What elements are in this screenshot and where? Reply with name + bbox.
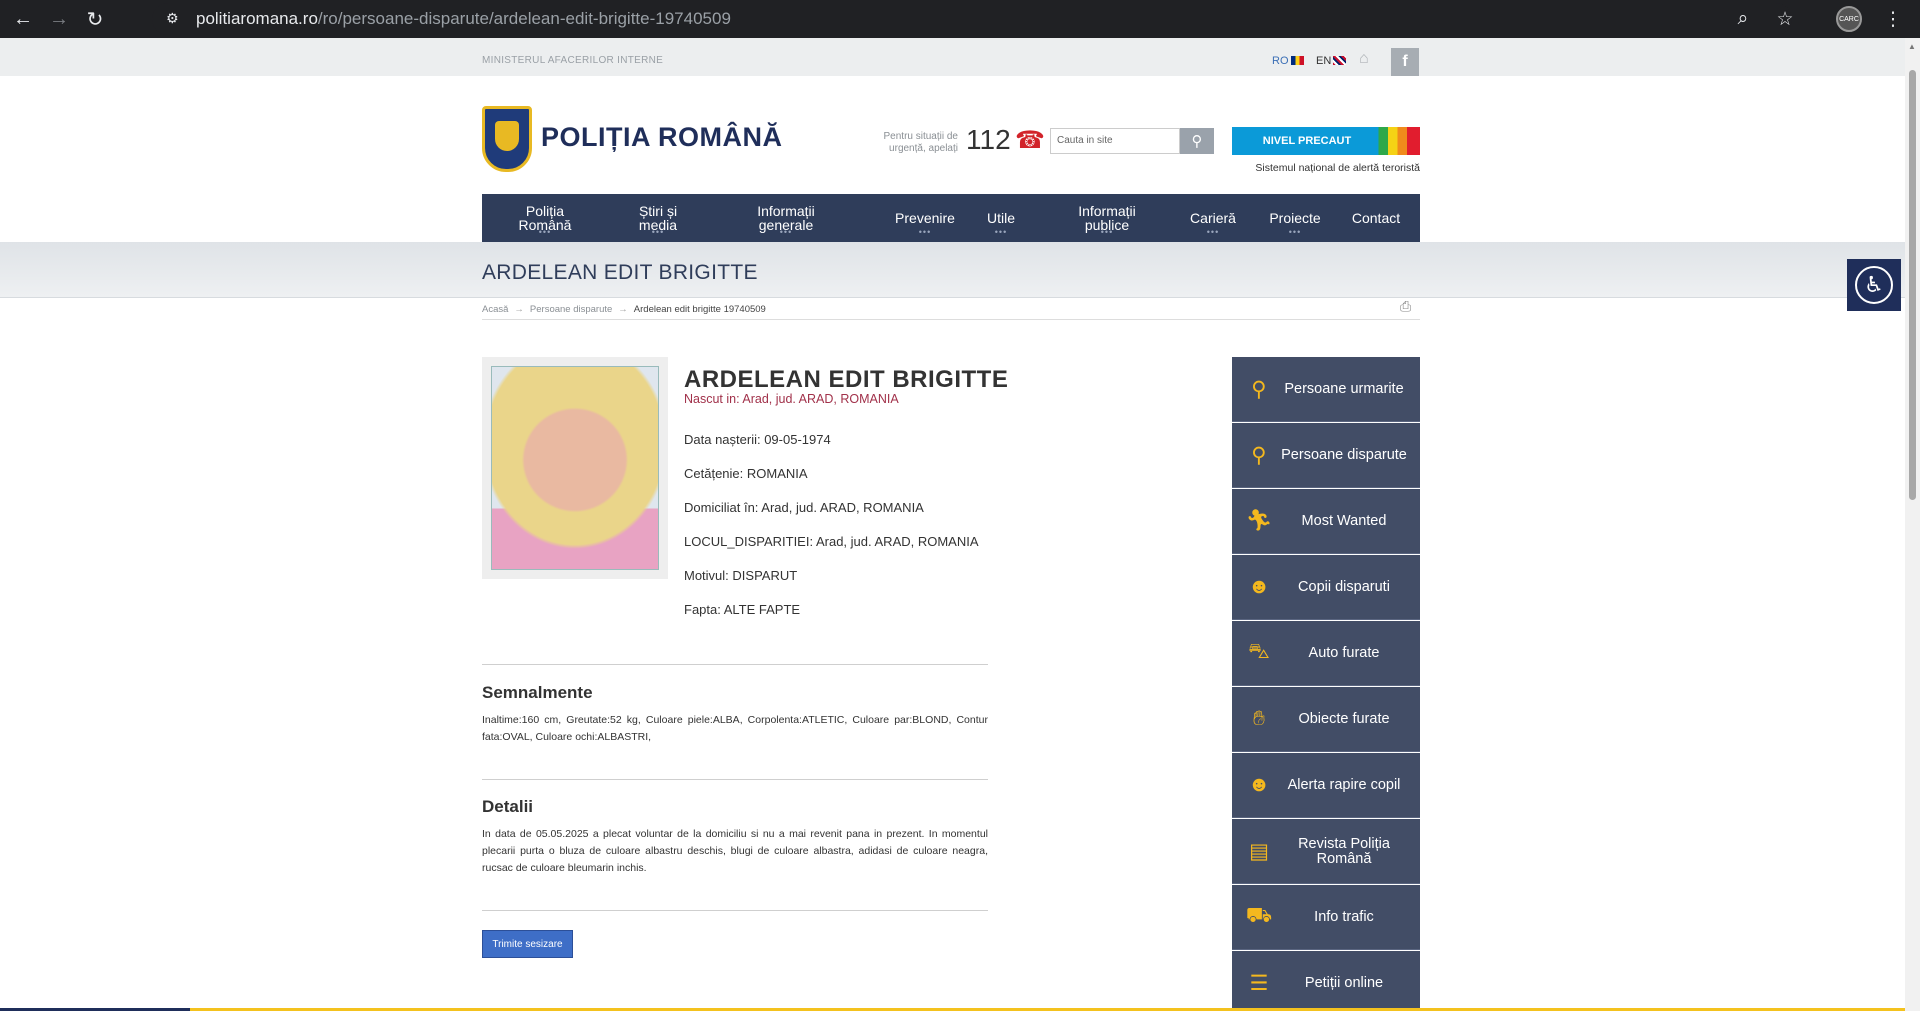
sidebar-item-revista[interactable]: ▤ Revista Poliția Română [1232, 819, 1420, 884]
hand-icon: ✋︎ [1253, 707, 1265, 730]
person-photo-frame [482, 357, 668, 579]
address-bar[interactable]: ⚙ politiaromana.ro/ro/persoane-disparute… [152, 3, 1792, 35]
page-title: ARDELEAN EDIT BRIGITTE [482, 261, 758, 284]
search-icon: ⚲ [1191, 133, 1203, 150]
person-photo [491, 366, 659, 570]
url-text[interactable]: politiaromana.ro/ro/persoane-disparute/a… [196, 9, 731, 29]
nav-item-proiecte[interactable]: Proiecte ••• [1266, 194, 1324, 242]
terror-alert-level-button[interactable]: NIVEL PRECAUT [1232, 127, 1420, 155]
nav-item-utile[interactable]: Utile ••• [984, 194, 1018, 242]
scrollbar-thumb[interactable] [1909, 70, 1916, 500]
sidebar-item-persoane-disparute[interactable]: ⚲ Persoane disparute [1232, 423, 1420, 488]
child-alert-icon: ☻ [1247, 773, 1271, 796]
page-viewport: MINISTERUL AFACERILOR INTERNE RO EN ⌂ f … [0, 38, 1905, 1011]
traffic-car-icon: ⛟ [1245, 904, 1273, 927]
person-birthplace: Nascut in: Arad, jud. ARAD, ROMANIA [684, 392, 899, 406]
nav-item-stiri-media[interactable]: Știri și media ••• [630, 194, 686, 242]
magazine-icon: ▤ [1249, 839, 1269, 863]
search-person-icon: ⚲ [1251, 443, 1267, 467]
semnalmente-heading: Semnalmente [482, 683, 593, 702]
sidebar-item-obiecte-furate[interactable]: ✋︎ Obiecte furate [1232, 687, 1420, 752]
detalii-text: In data de 05.05.2025 a plecat voluntar … [482, 828, 988, 874]
forward-arrow-icon[interactable]: → [44, 4, 74, 34]
search-button[interactable]: ⚲ [1180, 128, 1214, 154]
accessibility-button[interactable]: ♿︎ [1847, 259, 1901, 311]
emergency-label: Pentru situații de urgență, apelați [883, 131, 959, 154]
breadcrumb-current: Ardelean edit brigitte 19740509 [633, 304, 766, 315]
sidebar-item-auto-furate[interactable]: ⛍ Auto furate [1232, 621, 1420, 686]
page-scrollbar[interactable]: ▲ [1905, 38, 1920, 1011]
nav-item-cariera[interactable]: Carieră ••• [1188, 194, 1238, 242]
print-icon[interactable]: ⎙ [1400, 298, 1411, 315]
breadcrumb: Acasă → Persoane disparute → Ardelean edit b… [482, 304, 766, 315]
child-icon: ☻ [1247, 575, 1271, 598]
lang-en-link[interactable]: EN [1316, 55, 1347, 67]
browser-toolbar: ← → ↻ ⚙ politiaromana.ro/ro/persoane-dis… [0, 0, 1920, 38]
search-input[interactable]: Cauta in site [1050, 128, 1180, 154]
coat-of-arms-logo[interactable] [482, 106, 532, 172]
section-divider [482, 664, 988, 665]
flag-ro-icon [1290, 56, 1304, 65]
reload-icon[interactable]: ↻ [80, 4, 110, 34]
ministry-label: MINISTERUL AFACERILOR INTERNE [482, 55, 664, 66]
menu-kebab-icon[interactable]: ⋮ [1880, 6, 1906, 32]
top-strip: MINISTERUL AFACERILOR INTERNE RO EN ⌂ f [0, 38, 1905, 76]
send-report-button[interactable]: Trimite sesizare [482, 930, 573, 958]
field-disappearance-place: LOCUL_DISPARITIEI: Arad, jud. ARAD, ROMA… [684, 534, 979, 549]
alert-subtitle: Sistemul național de alertă teroristă [1255, 162, 1420, 174]
nav-item-informatii-generale[interactable]: Informații generale ••• [748, 194, 824, 242]
field-birth-date: Data nașterii: 09-05-1974 [684, 432, 831, 447]
nav-item-politia-romana[interactable]: Poliția Română ••• [508, 194, 582, 242]
nav-item-prevenire[interactable]: Prevenire ••• [892, 194, 958, 242]
field-offense: Fapta: ALTE FAPTE [684, 602, 801, 617]
breadcrumb-home-link[interactable]: Acasă [482, 304, 508, 315]
back-arrow-icon[interactable]: ← [8, 4, 38, 34]
lang-ro-link[interactable]: RO [1272, 55, 1304, 67]
sidebar-item-info-trafic[interactable]: ⛟ Info trafic [1232, 885, 1420, 950]
field-reason: Motivul: DISPARUT [684, 568, 798, 583]
sidebar-item-persoane-urmarite[interactable]: ⚲ Persoane urmarite [1232, 357, 1420, 422]
facebook-icon[interactable]: f [1391, 48, 1419, 76]
main-navigation: Poliția Română ••• Știri și media ••• Info… [482, 194, 1420, 242]
breadcrumb-divider [482, 319, 1420, 320]
home-icon[interactable]: ⌂ [1359, 50, 1369, 68]
profile-avatar[interactable]: CARC [1836, 6, 1862, 32]
phone-icon: ☎ [1015, 127, 1045, 154]
running-person-icon: 🏃︎ [1245, 509, 1273, 532]
petition-icon: ☰ [1249, 971, 1269, 995]
semnalmente-text: Inaltime:160 cm, Greutate:52 kg, Culoare… [482, 714, 988, 743]
bookmark-star-icon[interactable]: ☆ [1772, 6, 1798, 32]
flag-uk-icon [1333, 56, 1347, 65]
sidebar-item-most-wanted[interactable]: 🏃︎ Most Wanted [1232, 489, 1420, 554]
scroll-up-arrow-icon[interactable]: ▲ [1908, 42, 1916, 51]
section-divider [482, 779, 988, 780]
site-logo-text[interactable]: POLIȚIA ROMÂNĂ [541, 122, 782, 153]
section-divider [482, 910, 988, 911]
sidebar-item-alerta-rapire[interactable]: ☻ Alerta rapire copil [1232, 753, 1420, 818]
accessibility-icon: ♿︎ [1855, 266, 1893, 304]
nav-item-contact[interactable]: Contact [1350, 194, 1402, 242]
sidebar-item-petitii-online[interactable]: ☰ Petiții online [1232, 951, 1420, 1011]
search-person-icon: ⚲ [1251, 377, 1267, 401]
detalii-heading: Detalii [482, 797, 534, 816]
person-name: ARDELEAN EDIT BRIGITTE [684, 366, 1009, 393]
field-residence: Domiciliat în: Arad, jud. ARAD, ROMANIA [684, 500, 924, 515]
field-citizenship: Cetățenie: ROMANIA [684, 466, 808, 481]
site-info-icon[interactable]: ⚙ [166, 10, 184, 28]
nav-item-informatii-publice[interactable]: Informații publice ••• [1068, 194, 1146, 242]
car-thief-icon: ⛍ [1248, 640, 1270, 663]
page-title-bar: ARDELEAN EDIT BRIGITTE [0, 242, 1905, 298]
sidebar-item-copii-disparuti[interactable]: ☻ Copii disparuti [1232, 555, 1420, 620]
breadcrumb-section-link[interactable]: Persoane disparute [530, 304, 612, 315]
zoom-icon[interactable]: ⌕ [1730, 6, 1756, 32]
emergency-number: 112 [966, 124, 1011, 155]
